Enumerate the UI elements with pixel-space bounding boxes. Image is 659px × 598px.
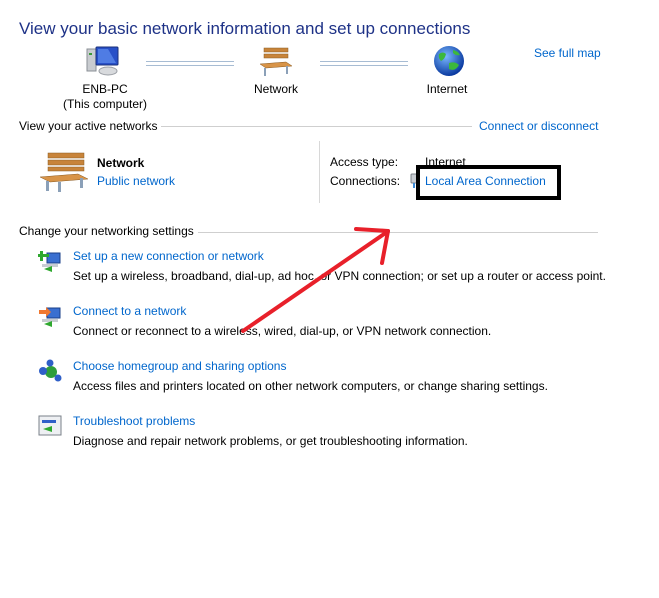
arrow-head-left <box>354 227 390 233</box>
arrow-shaft <box>241 230 389 333</box>
arrow-annotation <box>241 227 390 333</box>
